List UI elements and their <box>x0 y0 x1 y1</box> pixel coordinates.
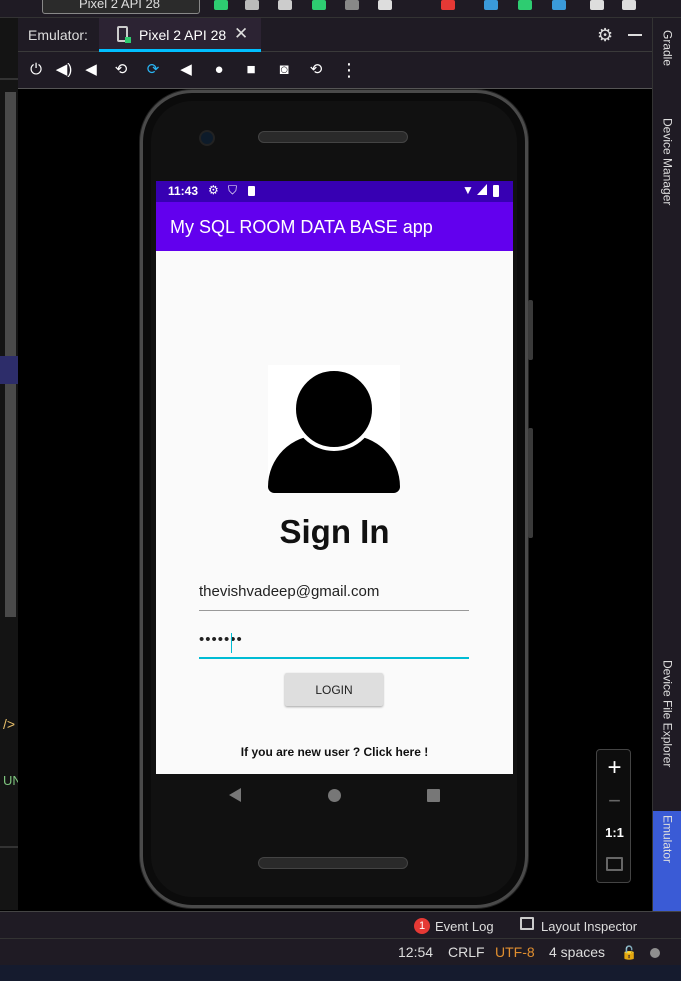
os-taskbar <box>0 965 681 981</box>
profiler-icon[interactable] <box>345 0 359 10</box>
event-log-badge: 1 <box>414 918 430 934</box>
phone-volume-button <box>528 428 533 538</box>
rotate-right-icon[interactable]: ⟳ <box>143 60 163 80</box>
battery-icon <box>493 185 499 197</box>
right-tool-strip: Gradle Device Manager Device File Explor… <box>652 18 681 911</box>
camera-icon[interactable]: ◙ <box>274 60 294 80</box>
device-icon <box>117 26 131 43</box>
signal-icon <box>477 184 487 195</box>
editor-gutter: /> UN <box>0 18 22 910</box>
password-field[interactable] <box>199 627 469 659</box>
tab-device-manager-label: Device Manager <box>660 118 675 206</box>
volume-down-icon[interactable]: ◀ <box>81 60 101 80</box>
gutter-marker <box>0 78 18 80</box>
ide-status-bar: 12:54 CRLF UTF-8 4 spaces 🔓 <box>0 938 681 965</box>
gutter-marker <box>0 846 18 848</box>
unlock-icon[interactable]: 🔓 <box>621 945 637 961</box>
tab-device-file-explorer-label: Device File Explorer <box>660 660 675 768</box>
tab-pixel-2-api-28[interactable]: Pixel 2 API 28 ✕ <box>99 18 261 52</box>
zoom-out-button[interactable]: − <box>597 788 632 814</box>
tab-label: Pixel 2 API 28 <box>139 27 227 43</box>
avatar-head <box>292 367 376 451</box>
tab-emulator-label: Emulator <box>660 815 675 864</box>
wifi-icon: ▼ <box>462 183 474 197</box>
app-bar: My SQL ROOM DATA BASE app <box>156 202 513 251</box>
settings-icon[interactable] <box>622 0 636 10</box>
zoom-controls: + − 1:1 <box>596 749 631 883</box>
tab-emulator[interactable]: Emulator <box>653 811 681 911</box>
snapshot-icon[interactable]: ⟲ <box>306 60 326 80</box>
nav-back-icon[interactable] <box>229 788 241 802</box>
volume-up-icon[interactable]: ◀) <box>54 60 74 80</box>
speaker-grille <box>258 131 408 143</box>
code-fragment: /> <box>3 716 16 732</box>
shield-icon: ⛉ <box>228 183 238 197</box>
android-status-bar: 11:43 ⚙ ⛉ ▼ <box>156 181 513 202</box>
more-icon[interactable]: ⋮ <box>339 60 359 80</box>
tab-device-manager[interactable]: Device Manager <box>653 118 681 248</box>
run-icon[interactable] <box>214 0 228 10</box>
status-time: 11:43 <box>168 184 199 198</box>
sync-icon[interactable] <box>484 0 498 10</box>
event-log-button[interactable]: Event Log <box>435 919 494 934</box>
gear-icon[interactable]: ⚙ <box>597 25 613 46</box>
layout-inspector-icon <box>520 917 534 930</box>
apply-changes-icon[interactable] <box>245 0 259 10</box>
front-camera <box>199 130 215 146</box>
close-icon[interactable]: ✕ <box>234 24 248 44</box>
power-icon[interactable]: ⏻ <box>26 60 46 80</box>
zoom-in-button[interactable]: + <box>597 754 632 782</box>
debug-icon[interactable] <box>278 0 292 10</box>
rotate-left-icon[interactable]: ⟲ <box>111 60 131 80</box>
settings-notification-icon: ⚙ <box>208 183 219 197</box>
file-encoding[interactable]: UTF-8 <box>495 944 535 960</box>
caret-position[interactable]: 12:54 <box>398 944 433 960</box>
minimize-icon[interactable] <box>628 34 642 36</box>
sd-card-icon <box>248 186 255 196</box>
nav-home-icon[interactable] <box>328 789 341 802</box>
avd-icon[interactable] <box>518 0 532 10</box>
phone-power-button <box>528 300 533 360</box>
search-icon[interactable] <box>590 0 604 10</box>
indent-setting[interactable]: 4 spaces <box>549 944 605 960</box>
line-separator[interactable]: CRLF <box>448 944 485 960</box>
back-icon[interactable]: ◀ <box>176 60 196 80</box>
device-selector-label: Pixel 2 API 28 <box>79 0 160 11</box>
text-caret <box>231 633 232 653</box>
login-button[interactable]: LOGIN <box>285 673 383 706</box>
home-icon[interactable]: ● <box>209 60 229 80</box>
speaker-grille <box>258 857 408 869</box>
user-avatar-icon <box>268 365 400 493</box>
phone-screen: 11:43 ⚙ ⛉ ▼ My SQL ROOM DATA BASE app Si… <box>156 181 513 774</box>
stop-icon[interactable] <box>441 0 455 10</box>
tab-device-file-explorer[interactable]: Device File Explorer <box>653 660 681 820</box>
zoom-actual-size-button[interactable]: 1:1 <box>597 825 632 840</box>
gutter-highlight <box>0 356 18 384</box>
tab-gradle[interactable]: Gradle <box>653 30 681 110</box>
tool-window-bar: 1 Event Log Layout Inspector <box>0 911 681 938</box>
emulator-title: Emulator: <box>28 27 88 43</box>
app-title: My SQL ROOM DATA BASE app <box>170 217 433 237</box>
overview-icon[interactable]: ■ <box>241 60 261 80</box>
ide-toolbar: Pixel 2 API 28 <box>0 0 681 18</box>
tab-gradle-label: Gradle <box>660 30 675 67</box>
register-link[interactable]: If you are new user ? Click here ! <box>156 745 513 759</box>
status-indicator-icon[interactable] <box>650 948 660 958</box>
editor-scrollbar[interactable] <box>5 92 16 617</box>
layout-inspector-button[interactable]: Layout Inspector <box>541 919 637 934</box>
emulator-controls: ⏻ ◀) ◀ ⟲ ⟳ ◀ ● ■ ◙ ⟲ ⋮ <box>18 52 652 88</box>
gradle-sync-icon[interactable] <box>312 0 326 10</box>
attach-debugger-icon[interactable] <box>378 0 392 10</box>
zoom-fit-icon[interactable] <box>606 857 623 871</box>
sign-in-heading: Sign In <box>279 513 390 550</box>
sdk-icon[interactable] <box>552 0 566 10</box>
device-selector[interactable]: Pixel 2 API 28 <box>42 0 200 14</box>
emulator-tool-header: Emulator: Pixel 2 API 28 ✕ ⚙ <box>18 18 652 52</box>
nav-recents-icon[interactable] <box>427 789 440 802</box>
email-field[interactable] <box>199 579 469 611</box>
